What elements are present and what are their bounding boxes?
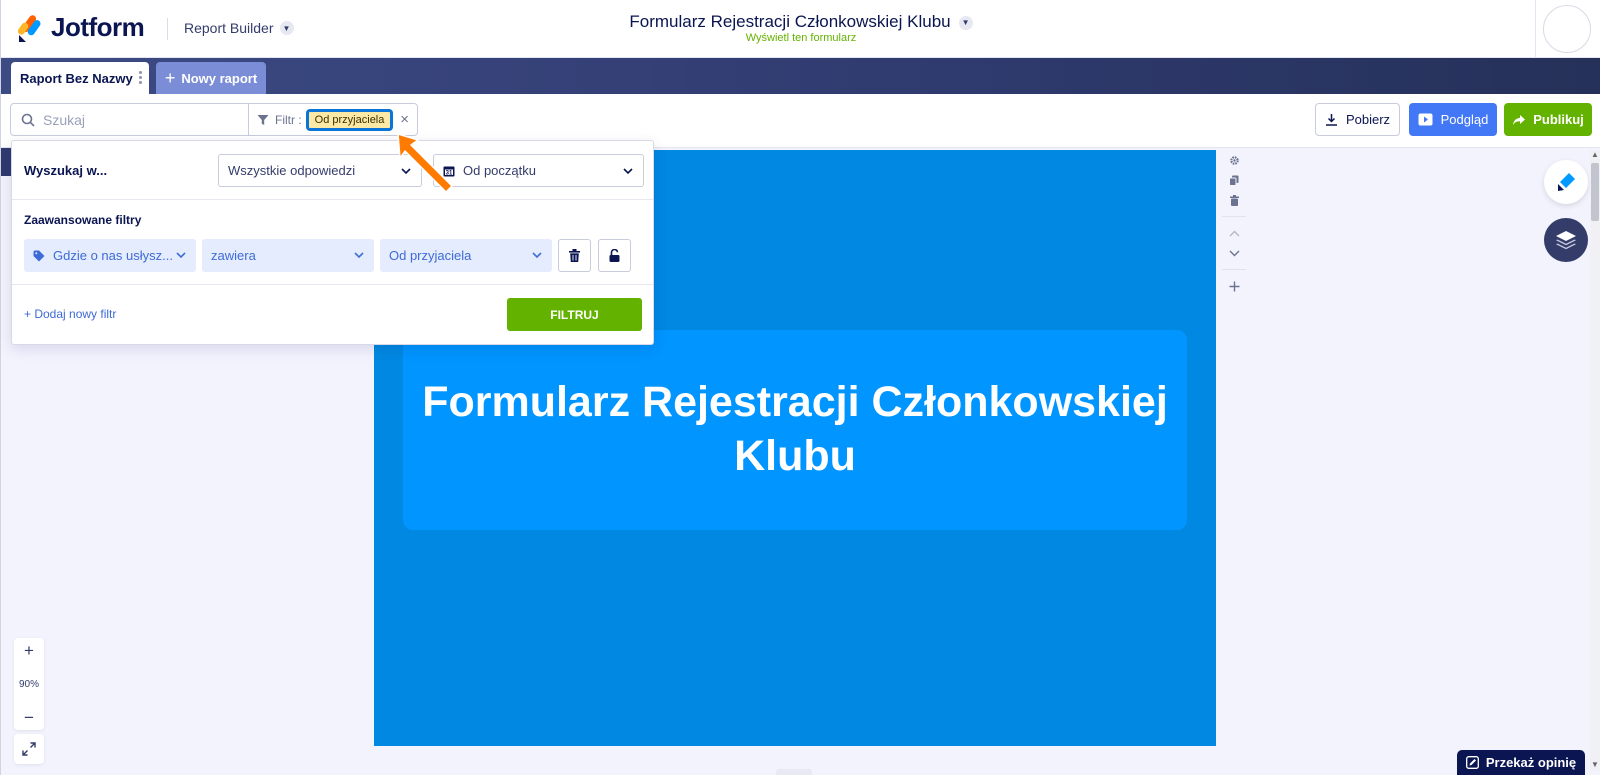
funnel-icon xyxy=(257,114,269,125)
advanced-filters-title: Zaawansowane filtry xyxy=(24,213,142,227)
download-label: Pobierz xyxy=(1345,112,1391,127)
date-range-select[interactable]: 31 Od początku xyxy=(433,154,644,187)
plus-icon: + xyxy=(164,68,176,88)
unlock-icon xyxy=(609,249,620,262)
lock-filter-button[interactable] xyxy=(598,239,631,272)
delete-filter-button[interactable] xyxy=(558,239,591,272)
fullscreen-button[interactable] xyxy=(14,734,44,764)
tab-report-unnamed[interactable]: Raport Bez Nazwy xyxy=(11,62,149,94)
filter-chip[interactable]: Od przyjaciela xyxy=(305,108,394,131)
feedback-label: Przekaż opinię xyxy=(1485,755,1577,770)
download-icon xyxy=(1325,114,1337,126)
add-page-icon[interactable] xyxy=(1222,276,1246,296)
preview-label: Podgląd xyxy=(1440,112,1489,127)
duplicate-icon[interactable] xyxy=(1222,170,1246,190)
zoom-control: + 90% − xyxy=(14,638,44,730)
vertical-scrollbar[interactable] xyxy=(1590,150,1600,770)
tab-label: Raport Bez Nazwy xyxy=(20,70,133,86)
report-tabs-bar: Raport Bez Nazwy + Nowy raport xyxy=(1,58,1600,94)
chevron-up-icon[interactable] xyxy=(1222,223,1246,243)
form-title[interactable]: Formularz Rejestracji Członkowskiej Klub… xyxy=(1,12,1600,32)
tools-divider xyxy=(1222,216,1246,217)
avatar-zone xyxy=(1535,0,1600,58)
apply-filter-button[interactable]: FILTRUJ xyxy=(507,298,642,331)
filter-field-value: Gdzie o nas usłysz... xyxy=(53,248,173,263)
filter-label: Filtr : xyxy=(275,112,302,127)
layers-button[interactable] xyxy=(1544,218,1588,262)
zoom-level: 90% xyxy=(18,678,39,690)
filter-value-select[interactable]: Od przyjaciela xyxy=(380,239,552,272)
new-report-label: Nowy raport xyxy=(181,70,258,86)
tag-icon xyxy=(33,250,45,261)
chevron-down-icon[interactable] xyxy=(1222,243,1246,263)
publish-label: Publikuj xyxy=(1533,112,1584,127)
bottom-handle[interactable] xyxy=(776,769,812,775)
search-input[interactable] xyxy=(43,111,233,128)
download-button[interactable]: Pobierz xyxy=(1315,103,1400,136)
zoom-out-button[interactable]: − xyxy=(24,709,34,726)
filter-panel: Wyszukaj w... Wszystkie odpowiedzi 31 Od… xyxy=(11,140,654,345)
feedback-icon xyxy=(1465,756,1479,769)
chevron-down-icon xyxy=(354,252,364,259)
zoom-in-button[interactable]: + xyxy=(24,642,34,659)
annotation-arrow-icon xyxy=(397,133,453,193)
filter-field-select[interactable]: Gdzie o nas usłysz... xyxy=(24,239,196,272)
chevron-down-icon xyxy=(176,252,186,259)
report-title-block[interactable]: Formularz Rejestracji Członkowskiej Klub… xyxy=(403,330,1187,530)
form-title-text: Formularz Rejestracji Członkowskiej Klub… xyxy=(629,12,951,31)
date-range-value: Od początku xyxy=(463,163,536,178)
new-report-tab[interactable]: + Nowy raport xyxy=(156,62,266,94)
brush-icon xyxy=(1558,173,1575,191)
page-tools xyxy=(1222,150,1246,296)
feedback-button[interactable]: Przekaż opinię xyxy=(1457,750,1585,775)
preview-button[interactable]: Podgląd xyxy=(1409,103,1497,136)
view-form-link[interactable]: Wyświetl ten formularz xyxy=(1,32,1600,44)
layers-icon xyxy=(1556,231,1576,250)
chevron-down-icon: ▼ xyxy=(958,15,973,30)
publish-button[interactable]: Publikuj xyxy=(1504,103,1592,136)
search-box xyxy=(10,103,249,136)
chevron-down-icon xyxy=(623,168,633,175)
report-elements-button[interactable] xyxy=(1544,160,1588,204)
clear-filter-icon[interactable]: × xyxy=(400,111,409,128)
trash-icon xyxy=(569,249,580,262)
trash-icon[interactable] xyxy=(1222,190,1246,210)
scrollbar-thumb[interactable] xyxy=(1591,163,1599,221)
more-vertical-icon[interactable] xyxy=(139,71,142,84)
gear-icon[interactable] xyxy=(1222,150,1246,170)
tools-divider xyxy=(1222,269,1246,270)
avatar[interactable] xyxy=(1543,5,1591,53)
expand-icon xyxy=(22,742,36,756)
top-header: Jotform Report Builder ▼ Formularz Rejes… xyxy=(1,0,1600,58)
responses-select-value: Wszystkie odpowiedzi xyxy=(228,163,356,178)
filter-value-value: Od przyjaciela xyxy=(389,248,472,263)
scroll-down-icon[interactable]: ▼ xyxy=(1591,760,1599,769)
chevron-down-icon xyxy=(532,252,542,259)
left-panel-edge xyxy=(1,148,11,176)
search-icon xyxy=(21,113,35,127)
search-in-label: Wyszukaj w... xyxy=(24,163,108,178)
play-icon xyxy=(1418,113,1433,126)
add-filter-link[interactable]: + Dodaj nowy filtr xyxy=(24,307,116,321)
scroll-up-icon[interactable]: ▲ xyxy=(1591,150,1599,159)
filter-panel-divider xyxy=(12,284,653,285)
share-arrow-icon xyxy=(1513,114,1526,125)
filter-operator-value: zawiera xyxy=(211,248,256,263)
filter-operator-select[interactable]: zawiera xyxy=(202,239,374,272)
